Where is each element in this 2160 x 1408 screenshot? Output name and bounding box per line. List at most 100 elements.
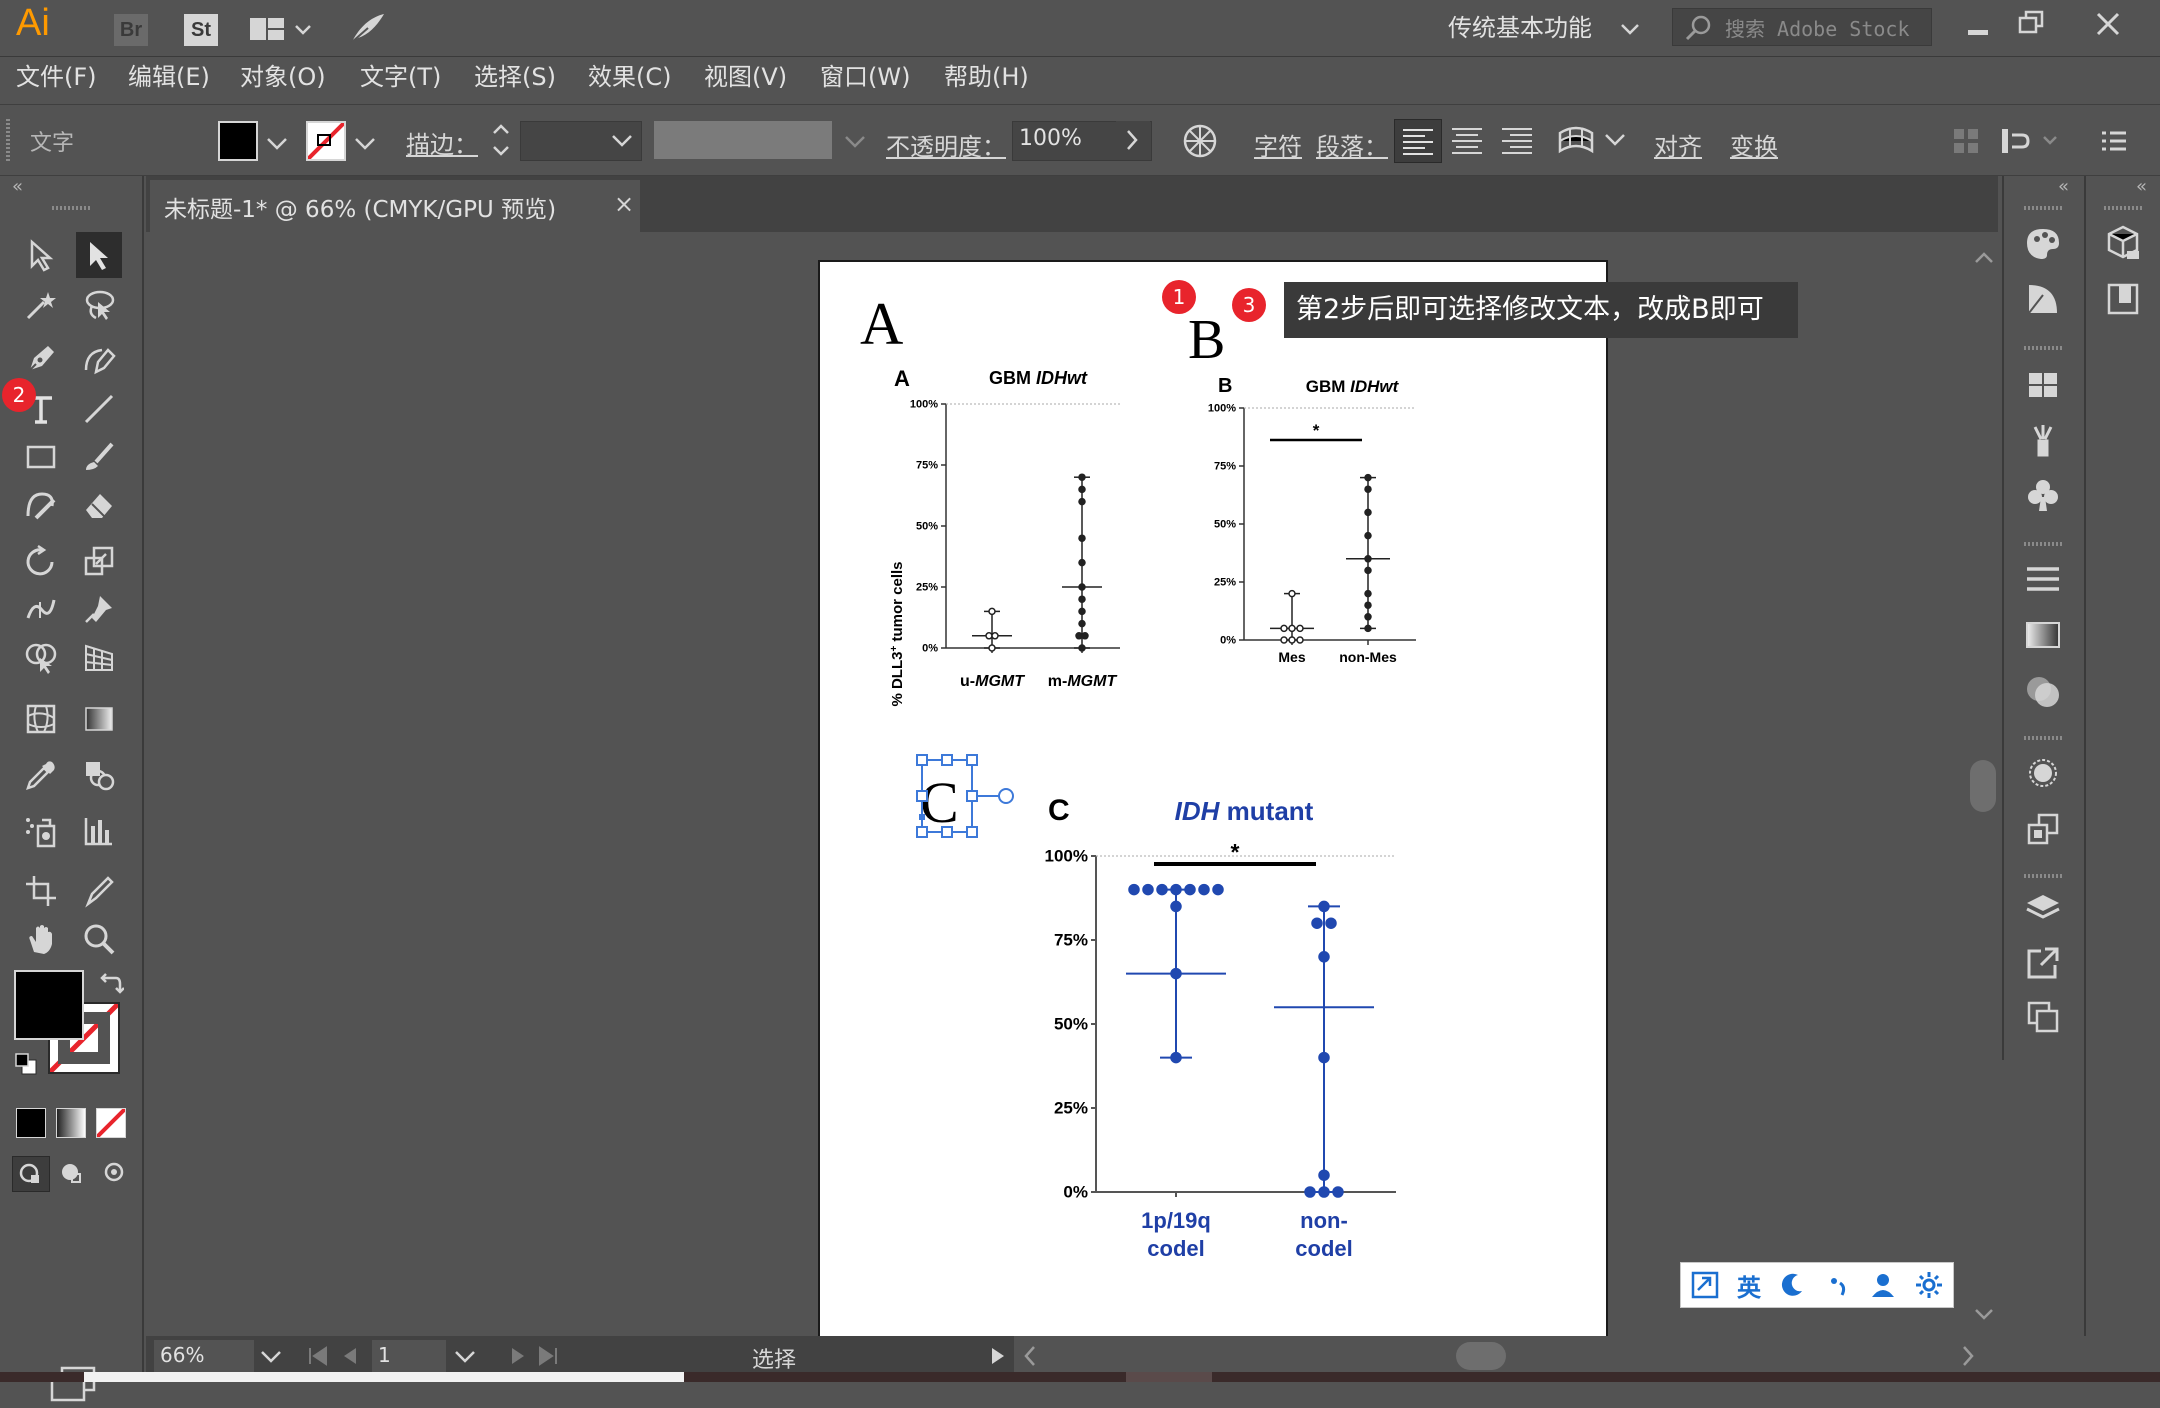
asset-export-panel-icon[interactable] (2018, 940, 2068, 986)
taskbar-item[interactable] (1126, 1372, 1212, 1382)
panel-menu-icon[interactable] (2100, 127, 2128, 159)
brushes-panel-icon[interactable] (2018, 416, 2068, 462)
fill-dropdown-icon[interactable] (262, 127, 292, 165)
artboard-label-b[interactable]: B (1188, 309, 1225, 371)
stroke-weight-field[interactable] (520, 121, 642, 161)
blend-tool[interactable] (76, 752, 122, 798)
align-left-button[interactable] (1394, 119, 1442, 163)
mesh-tool[interactable] (18, 696, 64, 742)
artboard-dropdown-icon[interactable] (448, 1342, 482, 1374)
envelope-warp-icon[interactable] (1556, 121, 1596, 165)
arrange-icon[interactable] (2000, 125, 2060, 161)
paintbrush-tool[interactable] (76, 434, 122, 480)
document-tab[interactable]: 未标题-1* @ 66% (CMYK/GPU 预览) × (150, 180, 640, 232)
moon-icon[interactable] (1778, 1271, 1806, 1299)
magic-wand-tool[interactable] (18, 282, 64, 328)
eraser-tool[interactable] (76, 482, 122, 528)
scale-tool[interactable] (76, 538, 122, 584)
symbols-panel-icon[interactable] (2018, 472, 2068, 518)
menu-view[interactable]: 视图(V) (704, 58, 787, 96)
tab-close-icon[interactable]: × (614, 190, 634, 218)
next-artboard-icon[interactable] (508, 1344, 528, 1368)
align-right-button[interactable] (1494, 119, 1540, 161)
punctuation-icon[interactable] (1824, 1271, 1852, 1299)
character-link[interactable]: 字符 (1254, 127, 1302, 162)
previous-artboard-icon[interactable] (340, 1344, 360, 1368)
ime-settings-icon[interactable] (1914, 1270, 1944, 1300)
layout-icon[interactable] (250, 16, 314, 48)
color-guide-icon[interactable] (2018, 276, 2068, 322)
ime-logo-icon[interactable] (1690, 1270, 1720, 1300)
menu-select[interactable]: 选择(S) (474, 58, 556, 96)
zoom-tool[interactable] (76, 916, 122, 962)
shaper-tool[interactable] (18, 482, 64, 528)
symbol-sprayer-tool[interactable] (18, 808, 64, 854)
libraries-panel-icon[interactable] (2098, 276, 2148, 322)
rectangle-tool[interactable] (18, 434, 64, 480)
draw-inside-button[interactable] (96, 1156, 132, 1190)
transparency-panel-icon[interactable] (2018, 668, 2068, 714)
status-menu-arrow-icon[interactable] (988, 1344, 1008, 1368)
menu-help[interactable]: 帮助(H) (944, 58, 1029, 96)
scroll-up-icon[interactable] (1966, 242, 2002, 272)
fill-swatch[interactable] (218, 121, 258, 161)
hand-tool[interactable] (18, 916, 64, 962)
stroke-weight-stepper[interactable] (486, 119, 516, 161)
transform-link[interactable]: 变换 (1730, 127, 1778, 162)
width-tool[interactable] (18, 586, 64, 632)
menu-type[interactable]: 文字(T) (360, 58, 441, 96)
selection-tool[interactable] (18, 232, 64, 278)
stock-search[interactable]: 搜索 Adobe Stock (1672, 8, 1932, 46)
draw-behind-button[interactable] (54, 1156, 90, 1190)
gradient-panel-icon[interactable] (2018, 612, 2068, 658)
perspective-grid-tool[interactable] (76, 634, 122, 680)
line-segment-tool[interactable] (76, 386, 122, 432)
user-icon[interactable] (1869, 1271, 1897, 1299)
collapse-tools-icon[interactable]: « (12, 176, 23, 197)
slice-tool[interactable] (76, 868, 122, 914)
first-artboard-icon[interactable] (306, 1344, 330, 1368)
none-mode-button[interactable] (96, 1108, 126, 1138)
graphic-styles-panel-icon[interactable] (2018, 806, 2068, 852)
recolor-icon[interactable] (1180, 121, 1220, 165)
artboard-label-c[interactable]: C (920, 770, 959, 835)
last-artboard-icon[interactable] (536, 1344, 560, 1368)
eyedropper-tool[interactable] (18, 752, 64, 798)
artboards-panel-icon[interactable] (2018, 994, 2068, 1040)
menu-window[interactable]: 窗口(W) (820, 58, 910, 96)
vertical-scrollbar[interactable] (1966, 232, 2002, 1336)
appearance-panel-icon[interactable] (2018, 750, 2068, 796)
opacity-label[interactable]: 不透明度： (886, 127, 1006, 162)
layers-panel-icon[interactable] (2018, 886, 2068, 932)
rotate-tool[interactable] (18, 538, 64, 584)
swap-fill-stroke-icon[interactable] (98, 970, 125, 1000)
stroke-dropdown-icon[interactable] (350, 127, 380, 165)
shape-builder-tool[interactable] (18, 634, 64, 680)
canvas-area[interactable]: A B C A GBM IDHwt % DLL3+ tumor cells 0%… (146, 232, 2002, 1344)
ime-toolbar[interactable]: 英 (1680, 1262, 1954, 1308)
default-fill-stroke-icon[interactable] (14, 1052, 38, 1080)
artboard-number-field[interactable]: 1 (372, 1340, 446, 1372)
column-graph-tool[interactable] (76, 808, 122, 854)
align-center-button[interactable] (1444, 119, 1490, 161)
gradient-tool[interactable] (76, 696, 122, 742)
3d-object-icon[interactable] (2098, 220, 2148, 266)
minimize-button[interactable] (1960, 10, 1996, 46)
menu-object[interactable]: 对象(O) (240, 58, 326, 96)
horizontal-scrollbar[interactable] (1014, 1336, 2126, 1376)
lasso-tool[interactable] (76, 282, 122, 328)
artboard[interactable]: A B C A GBM IDHwt % DLL3+ tumor cells 0%… (818, 260, 1608, 1344)
color-mode-button[interactable] (16, 1108, 46, 1138)
collapse-dock-1-icon[interactable]: « (2058, 176, 2069, 197)
artboard-tool[interactable] (18, 868, 64, 914)
align-link[interactable]: 对齐 (1654, 127, 1702, 162)
color-panel-icon[interactable] (2018, 220, 2068, 266)
puppet-warp-tool[interactable] (76, 586, 122, 632)
pen-tool[interactable] (18, 336, 64, 382)
workspace-switcher[interactable]: 传统基本功能 (1448, 10, 1640, 46)
swatches-panel-icon[interactable] (2018, 362, 2068, 408)
vertical-scroll-thumb[interactable] (1970, 760, 1996, 812)
menu-edit[interactable]: 编辑(E) (128, 58, 210, 96)
stroke-label[interactable]: 描边： (406, 125, 478, 160)
horizontal-scroll-thumb[interactable] (1456, 1342, 1506, 1370)
